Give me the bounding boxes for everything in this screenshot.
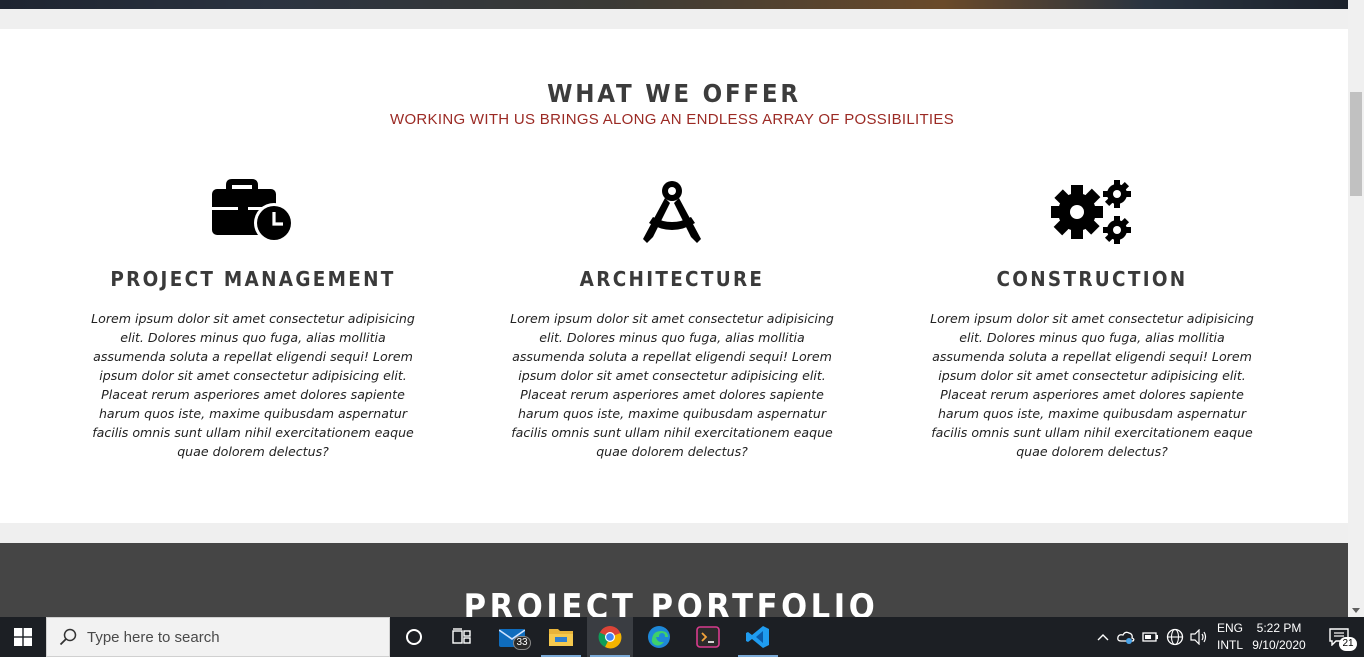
speaker-icon bbox=[1190, 629, 1207, 645]
service-description: Lorem ipsum dolor sit amet consectetur a… bbox=[930, 311, 1254, 459]
globe-icon bbox=[1166, 628, 1184, 646]
vertical-scrollbar[interactable] bbox=[1348, 0, 1364, 617]
clock-date: 9/10/2020 bbox=[1252, 638, 1306, 652]
cloud-sync-icon bbox=[1117, 631, 1135, 644]
service-description: Lorem ipsum dolor sit amet consectetur a… bbox=[510, 311, 834, 459]
clock[interactable]: 5:22 PM 9/10/2020 bbox=[1248, 620, 1310, 654]
taskbar-vscode[interactable] bbox=[735, 617, 781, 657]
scroll-down-arrow-icon[interactable] bbox=[1352, 608, 1360, 613]
windows-logo-icon bbox=[14, 628, 32, 646]
service-title: PROJECT MANAGEMENT bbox=[110, 267, 396, 291]
file-explorer-icon bbox=[549, 629, 573, 646]
chevron-up-icon bbox=[1097, 634, 1109, 641]
briefcase-clock-icon bbox=[85, 179, 421, 245]
show-hidden-icons-button[interactable] bbox=[1094, 617, 1112, 657]
chrome-icon bbox=[598, 626, 622, 649]
action-center-button[interactable]: 21 bbox=[1316, 617, 1362, 657]
battery-icon bbox=[1142, 632, 1158, 642]
browser-viewport: WHAT WE OFFER WORKING WITH US BRINGS ALO… bbox=[0, 0, 1348, 617]
taskbar-file-explorer[interactable] bbox=[538, 617, 584, 657]
vscode-icon bbox=[746, 626, 769, 648]
section-title: PROJECT PORTFOLIO bbox=[463, 587, 879, 617]
battery-tray[interactable] bbox=[1140, 617, 1160, 657]
section-title: WHAT WE OFFER bbox=[547, 79, 801, 108]
what-we-offer-section: WHAT WE OFFER WORKING WITH US BRINGS ALO… bbox=[0, 29, 1348, 523]
taskbar-search-box[interactable] bbox=[46, 617, 390, 657]
search-input[interactable] bbox=[87, 628, 367, 646]
terminal-icon bbox=[696, 626, 720, 648]
start-button[interactable] bbox=[0, 617, 46, 657]
onedrive-tray[interactable] bbox=[1116, 617, 1136, 657]
service-construction: CONSTRUCTION Lorem ipsum dolor sit amet … bbox=[924, 179, 1260, 461]
network-tray[interactable] bbox=[1164, 617, 1186, 657]
task-view-icon bbox=[452, 628, 471, 644]
volume-tray[interactable] bbox=[1188, 617, 1210, 657]
hero-image-strip bbox=[0, 0, 1348, 9]
taskbar-terminal[interactable] bbox=[685, 617, 731, 657]
drafting-compass-icon bbox=[504, 179, 840, 245]
clock-time: 5:22 PM bbox=[1256, 621, 1302, 635]
taskbar-mail[interactable]: 33 bbox=[489, 617, 535, 657]
taskbar-edge[interactable] bbox=[636, 617, 682, 657]
search-icon bbox=[59, 628, 77, 646]
service-description: Lorem ipsum dolor sit amet consectetur a… bbox=[91, 311, 415, 459]
cortana-icon bbox=[406, 629, 422, 645]
taskbar-chrome[interactable] bbox=[587, 617, 633, 657]
notification-badge: 21 bbox=[1339, 637, 1357, 651]
input-language[interactable]: ENG INTL bbox=[1212, 620, 1248, 654]
service-title: ARCHITECTURE bbox=[579, 267, 765, 291]
cogs-icon bbox=[924, 179, 1260, 245]
scrollbar-thumb[interactable] bbox=[1350, 92, 1362, 196]
mail-badge: 33 bbox=[513, 636, 531, 650]
service-architecture: ARCHITECTURE Lorem ipsum dolor sit amet … bbox=[504, 179, 840, 461]
edge-icon bbox=[648, 626, 670, 648]
cortana-button[interactable] bbox=[391, 617, 437, 657]
service-project-management: PROJECT MANAGEMENT Lorem ipsum dolor sit… bbox=[85, 179, 421, 461]
project-portfolio-section: PROJECT PORTFOLIO bbox=[0, 543, 1348, 617]
service-title: CONSTRUCTION bbox=[996, 267, 1188, 291]
task-view-button[interactable] bbox=[439, 617, 485, 657]
section-subtitle: WORKING WITH US BRINGS ALONG AN ENDLESS … bbox=[390, 111, 954, 128]
windows-taskbar: 33 bbox=[0, 617, 1364, 657]
